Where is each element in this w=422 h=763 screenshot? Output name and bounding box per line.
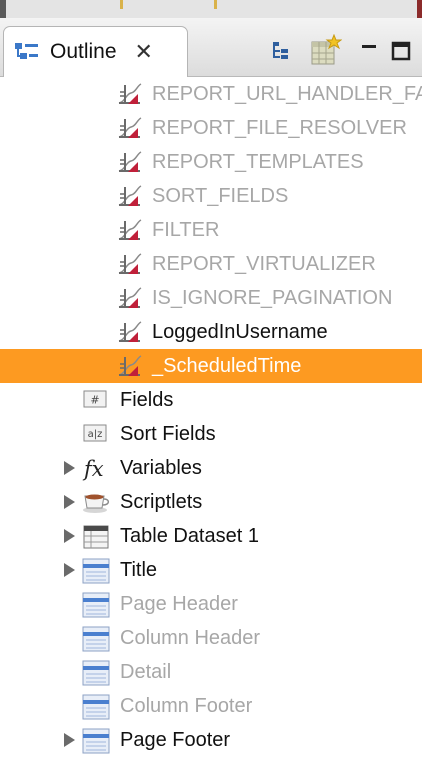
tree-layout-icon[interactable] [266,32,296,70]
tree-row-label: SORT_FIELDS [152,185,289,207]
expand-arrow-icon[interactable] [64,563,75,577]
outline-tab[interactable]: Outline ✕ [3,26,188,77]
tree-row-label: Fields [120,389,174,411]
tree-row-sort-fields[interactable]: a|z Sort Fields [0,417,422,451]
parameter-icon [116,320,142,344]
parameter-icon [116,252,142,276]
editor-fragment [120,0,123,9]
tree-row-page-footer[interactable]: Page Footer [0,723,422,757]
tree-row-parameter[interactable]: REPORT_TEMPLATES [0,145,422,179]
tree-row-label: REPORT_FILE_RESOLVER [152,117,407,139]
maximize-icon[interactable] [386,32,416,70]
sash-right [417,0,422,18]
svg-text:#: # [90,394,99,407]
tree-row-label: REPORT_VIRTUALIZER [152,253,376,275]
expand-arrow-icon[interactable] [64,529,75,543]
parameter-icon [116,82,142,106]
tree-row-title[interactable]: Title [0,553,422,587]
tree-row-label: Page Footer [120,729,231,751]
tree-row-label: Column Header [120,627,261,649]
tree-row-label: IS_IGNORE_PAGINATION [152,287,393,309]
tree-row-label: LoggedInUsername [152,321,328,343]
tree-row-label: Detail [120,661,172,683]
tree-row-column-header[interactable]: Column Header [0,621,422,655]
tree-row-label: Sort Fields [120,423,216,445]
tree-row-label: Variables [120,457,202,479]
parameter-icon [116,286,142,310]
tree-row-fields[interactable]: # Fields [0,383,422,417]
sash-left [0,0,6,18]
tree-row-parameter[interactable]: SORT_FIELDS [0,179,422,213]
tree-row-page-header[interactable]: Page Header [0,587,422,621]
parameter-icon [116,150,142,174]
band-icon [82,592,110,618]
expand-arrow-icon[interactable] [64,733,75,747]
svg-text:a|z: a|z [88,429,103,440]
tab-title: Outline [50,40,117,63]
outline-icon [14,41,40,63]
band-icon [82,728,110,754]
parameter-icon [116,354,142,378]
tree-row-parameter[interactable]: REPORT_FILE_RESOLVER [0,111,422,145]
tree-row-label: Scriptlets [120,491,203,513]
tree-row-label: _ScheduledTime [152,355,302,377]
expand-arrow-icon[interactable] [64,495,75,509]
table-dataset-icon [82,524,109,549]
parameter-icon [116,116,142,140]
tree-row-parameter[interactable]: IS_IGNORE_PAGINATION [0,281,422,315]
tree-row-label: REPORT_URL_HANDLER_FACTORY [152,83,422,105]
fields-icon: # [82,388,108,412]
tree-row-label: Table Dataset 1 [120,525,259,547]
sort-fields-icon: a|z [82,422,108,446]
svg-text:fx: fx [82,457,104,481]
outline-tree: REPORT_URL_HANDLER_FACTORY REPORT_FILE_RE… [0,77,422,763]
tree-row-variables[interactable]: fx Variables [0,451,422,485]
tree-row-table-dataset-1[interactable]: Table Dataset 1 [0,519,422,553]
tree-row-label: Page Header [120,593,238,615]
outline-view-header: Outline ✕ [0,18,422,77]
tree-row-parameter[interactable]: FILTER [0,213,422,247]
tree-row-label: FILTER [152,219,220,241]
tree-row-parameter[interactable]: REPORT_URL_HANDLER_FACTORY [0,77,422,111]
tree-row-parameter[interactable]: LoggedInUsername [0,315,422,349]
tree-row-label: REPORT_TEMPLATES [152,151,364,173]
band-icon [82,660,110,686]
tree-row-parameter[interactable]: _ScheduledTime [0,349,422,383]
band-icon [82,694,110,720]
datasource-icon[interactable] [306,32,344,70]
editor-area-edge [0,0,422,19]
parameter-icon [116,218,142,242]
tree-row-label: Column Footer [120,695,253,717]
tree-row-column-footer[interactable]: Column Footer [0,689,422,723]
tree-row-scriptlets[interactable]: Scriptlets [0,485,422,519]
function-icon: fx [82,456,108,481]
close-icon[interactable]: ✕ [135,41,153,63]
tree-row-parameter[interactable]: REPORT_VIRTUALIZER [0,247,422,281]
band-icon [82,626,110,652]
minimize-icon[interactable] [354,32,384,70]
tree-row-label: Title [120,559,158,581]
editor-fragment [214,0,217,9]
parameter-icon [116,184,142,208]
coffee-cup-icon [82,490,110,514]
band-icon [82,558,110,584]
expand-arrow-icon[interactable] [64,461,75,475]
tree-row-detail[interactable]: Detail [0,655,422,689]
